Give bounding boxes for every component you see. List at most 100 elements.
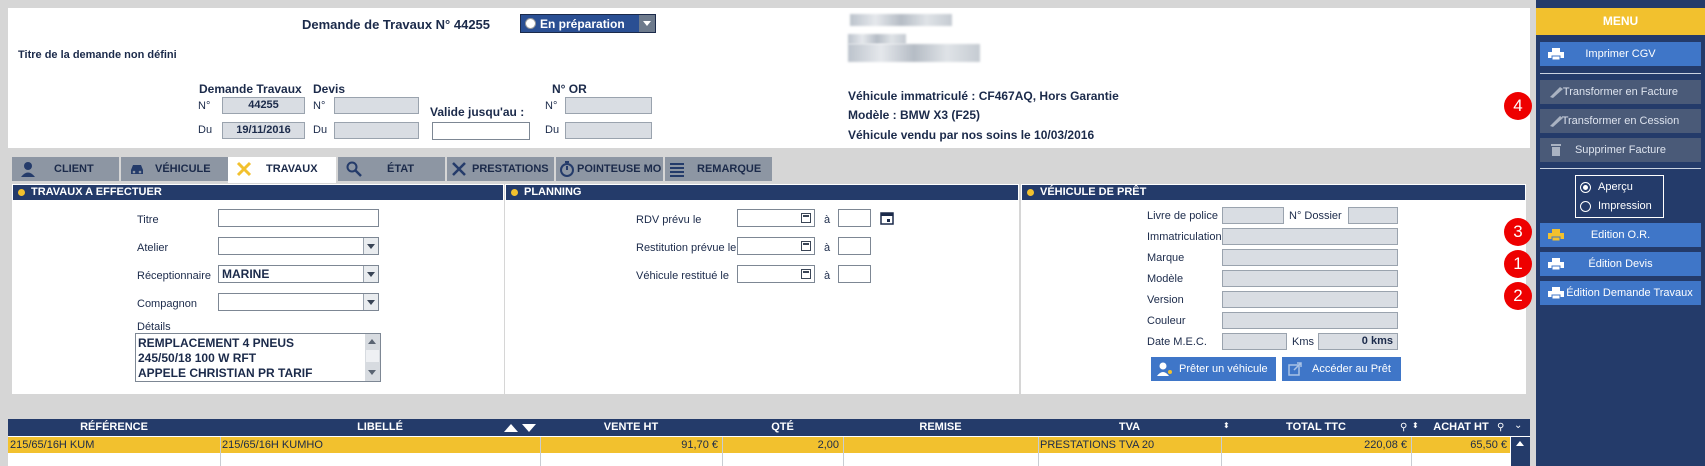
receptionnaire-select[interactable]: MARINE (218, 265, 379, 283)
cell-qte: 2,00 (817, 439, 839, 451)
pret-header: VÉHICULE DE PRÊT (1022, 185, 1525, 200)
calendar-icon[interactable] (801, 213, 811, 223)
dt-du-label: Du (198, 124, 213, 136)
calendar-icon[interactable] (801, 269, 811, 279)
calendar-icon[interactable] (801, 241, 811, 251)
status-select[interactable]: En préparation (520, 14, 656, 33)
mec-field[interactable] (1222, 333, 1287, 350)
details-scrollbar[interactable] (365, 334, 380, 381)
details-label: Détails (137, 321, 171, 333)
restitution-time-input[interactable] (838, 237, 871, 255)
transformer-facture-button[interactable]: Transformer en Facture (1540, 80, 1701, 104)
restitution-label: Restitution prévue le (636, 242, 737, 254)
or-date-field[interactable] (565, 122, 652, 139)
or-number-field[interactable] (565, 97, 652, 114)
tab-travaux[interactable]: TRAVAUX (228, 157, 336, 183)
devis-label: Devis (313, 82, 346, 96)
scroll-down-icon[interactable] (368, 370, 376, 375)
restitution-date-input[interactable] (737, 237, 815, 255)
annotation-badge-1: 1 (1504, 250, 1532, 278)
trash-icon (1551, 144, 1561, 156)
atelier-select[interactable] (218, 237, 379, 255)
chevron-down-icon[interactable] (639, 15, 655, 32)
table-scrollbar[interactable] (1511, 437, 1530, 466)
status-value: En préparation (540, 17, 625, 31)
tab-remarque[interactable]: REMARQUE (665, 157, 772, 181)
modele-field[interactable] (1222, 270, 1398, 287)
compagnon-label: Compagnon (137, 298, 197, 310)
compagnon-select[interactable] (218, 293, 379, 311)
or-label: N° OR (552, 82, 587, 96)
dossier-field[interactable] (1348, 207, 1398, 224)
col-reference[interactable]: RÉFÉRENCE (8, 419, 220, 435)
cell-achat-ht: 65,50 € (1470, 439, 1507, 451)
acceder-pret-button[interactable]: Accéder au Prêt (1282, 357, 1401, 381)
supprimer-facture-button[interactable]: Supprimer Facture (1540, 138, 1701, 162)
restitue-date-input[interactable] (737, 265, 815, 283)
transformer-cession-button[interactable]: Transformer en Cession (1540, 109, 1701, 133)
col-qte[interactable]: QTÉ (722, 419, 843, 435)
kms-field[interactable]: 0 kms (1318, 333, 1398, 350)
preter-vehicule-button[interactable]: Prêter un véhicule (1151, 357, 1276, 381)
tab-vehicule[interactable]: VÉHICULE (121, 157, 228, 181)
scroll-thumb[interactable] (366, 350, 379, 362)
col-tva[interactable]: TVA (1038, 419, 1221, 435)
scroll-up-icon[interactable] (1516, 441, 1524, 446)
magnifier-icon (346, 161, 362, 177)
valid-date-input[interactable] (432, 122, 530, 140)
chevron-down-icon[interactable] (363, 294, 378, 310)
col-vente-ht[interactable]: VENTE HT (540, 419, 722, 435)
valid-label: Valide jusqu'au : (430, 105, 525, 119)
col-libelle[interactable]: LIBELLÉ (220, 419, 540, 435)
annotation-badge-4: 4 (1504, 92, 1532, 120)
col-achat-ht[interactable]: ACHAT HT (1411, 419, 1511, 435)
printer-icon (1548, 258, 1564, 270)
dt-date-field[interactable]: 19/11/2016 (222, 122, 305, 139)
edition-demande-travaux-button[interactable]: Édition Demande Travaux (1540, 281, 1701, 305)
table-col-dividers (540, 437, 541, 466)
impression-radio[interactable]: Impression (1580, 200, 1660, 214)
dt-number-field[interactable]: 44255 (222, 97, 305, 114)
titre-input[interactable] (218, 209, 379, 227)
receptionnaire-label: Réceptionnaire (137, 270, 211, 282)
col-total-ttc[interactable]: TOTAL TTC (1221, 419, 1411, 435)
marque-field[interactable] (1222, 249, 1398, 266)
tab-pointeuse-mo[interactable]: POINTEUSE MO (556, 157, 663, 181)
redacted-customer-address (848, 34, 906, 44)
tab-prestations[interactable]: PRESTATIONS (447, 157, 554, 181)
restitue-time-input[interactable] (838, 265, 871, 283)
tab-client[interactable]: CLIENT (12, 157, 119, 181)
printer-icon (1548, 229, 1564, 241)
immat-field[interactable] (1222, 228, 1398, 245)
dossier-label: N° Dossier (1289, 210, 1342, 222)
edition-devis-button[interactable]: Édition Devis (1540, 252, 1701, 276)
tab-etat[interactable]: ÉTAT (338, 157, 445, 181)
rdv-date-input[interactable] (737, 209, 815, 227)
cell-remise (845, 437, 1035, 453)
search-icon[interactable]: ⚲ (1497, 422, 1504, 433)
col-remise[interactable]: REMISE (843, 419, 1038, 435)
devis-date-field[interactable] (334, 122, 419, 139)
expand-icon[interactable]: ⌄ (1514, 420, 1522, 431)
couleur-field[interactable] (1222, 312, 1398, 329)
sort-arrows-icon[interactable] (504, 423, 538, 433)
devis-number-field[interactable] (334, 97, 419, 114)
scroll-up-icon[interactable] (368, 339, 376, 344)
chevron-down-icon[interactable] (363, 238, 378, 254)
rdv-time-input[interactable] (838, 209, 871, 227)
livre-field[interactable] (1222, 207, 1284, 224)
imprimer-cgv-button[interactable]: Imprimer CGV (1540, 42, 1701, 66)
details-textarea[interactable]: REMPLACEMENT 4 PNEUS 245/50/18 100 W RFT… (135, 333, 381, 382)
apercu-radio[interactable]: Aperçu (1580, 181, 1660, 195)
version-field[interactable] (1222, 291, 1398, 308)
calendar-icon[interactable] (880, 211, 894, 225)
edition-or-button[interactable]: Edition O.R. (1540, 223, 1701, 247)
cell-libelle: 215/65/16H KUMHO (222, 439, 323, 451)
search-icon[interactable]: ⚲ (1400, 422, 1407, 433)
printer-icon (1548, 48, 1564, 60)
details-line: APPELE CHRISTIAN PR TARIF (138, 366, 313, 380)
immat-label: Immatriculation (1147, 231, 1222, 243)
details-line: REMPLACEMENT 4 PNEUS (138, 336, 295, 350)
chevron-down-icon[interactable] (363, 266, 378, 282)
dt-no-label: N° (198, 100, 211, 112)
